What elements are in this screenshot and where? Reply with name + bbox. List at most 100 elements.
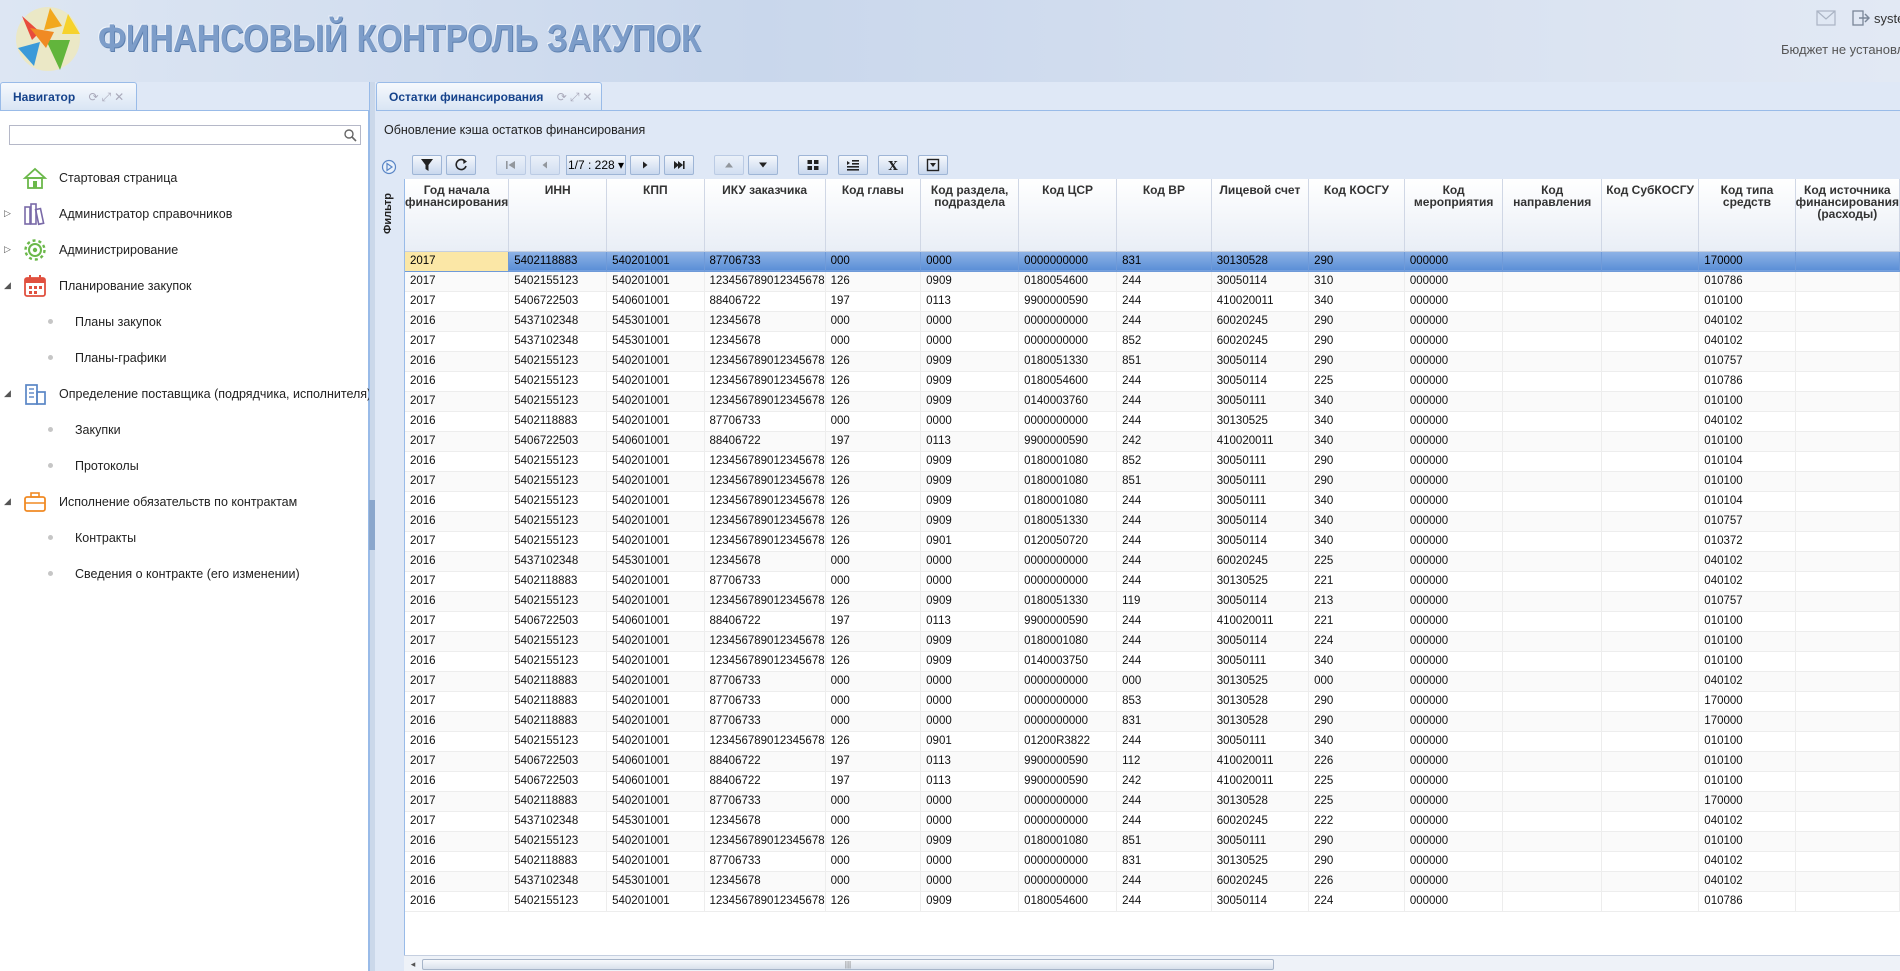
table-cell[interactable]: 126 — [825, 531, 922, 552]
table-cell[interactable]: 000000 — [1404, 351, 1504, 372]
table-cell[interactable] — [1502, 751, 1602, 772]
table-cell[interactable]: 126 — [825, 451, 922, 472]
table-cell[interactable]: 000000 — [1404, 311, 1504, 332]
column-header[interactable]: Год начала финансирования — [405, 179, 510, 252]
table-cell[interactable]: 87706733 — [704, 671, 826, 692]
table-cell[interactable]: 540601001 — [606, 291, 705, 312]
table-cell[interactable]: 0909 — [920, 891, 1020, 912]
table-cell[interactable]: 30050114 — [1211, 891, 1310, 912]
table-cell[interactable]: 000000 — [1404, 411, 1504, 432]
table-cell[interactable] — [1502, 891, 1602, 912]
table-cell[interactable]: 30050111 — [1211, 471, 1310, 492]
table-cell[interactable]: 2017 — [405, 671, 510, 692]
cache-update-link[interactable]: Обновление кэша остатков финансирования — [384, 123, 645, 137]
table-cell[interactable] — [1601, 851, 1700, 872]
table-cell[interactable]: 2017 — [405, 331, 510, 352]
table-cell[interactable] — [1601, 551, 1700, 572]
table-cell[interactable]: 0113 — [920, 751, 1020, 772]
table-cell[interactable]: 000 — [825, 331, 922, 352]
table-cell[interactable]: 5437102348 — [508, 331, 608, 352]
table-cell[interactable]: 2016 — [405, 711, 510, 732]
table-row[interactable]: 2016 5402155123 540201001 12345678901234567… — [405, 651, 1900, 672]
table-cell[interactable]: 000 — [825, 871, 922, 892]
table-cell[interactable]: 5402155123 — [508, 391, 608, 412]
table-row[interactable]: 2017 5402155123 540201001 12345678901234567… — [405, 471, 1900, 492]
table-cell[interactable]: 244 — [1116, 291, 1212, 312]
table-cell[interactable]: 9900000590 — [1018, 771, 1118, 792]
column-header[interactable]: Код КОСГУ — [1308, 179, 1405, 252]
table-cell[interactable]: 0909 — [920, 651, 1020, 672]
table-cell[interactable]: 5406722503 — [508, 611, 608, 632]
table-cell[interactable]: 000000 — [1404, 451, 1504, 472]
table-cell[interactable]: 410020011 — [1211, 611, 1310, 632]
table-cell[interactable]: 12345678 — [704, 871, 826, 892]
table-cell[interactable] — [1795, 811, 1900, 832]
table-cell[interactable]: 545301001 — [606, 551, 705, 572]
table-cell[interactable] — [1795, 571, 1900, 592]
table-cell[interactable]: 12345678 — [704, 331, 826, 352]
table-cell[interactable]: 5402155123 — [508, 491, 608, 512]
collapse-arrow-icon[interactable]: ◢ — [4, 388, 11, 399]
table-cell[interactable]: 540601001 — [606, 431, 705, 452]
table-cell[interactable]: 0000 — [920, 711, 1020, 732]
table-cell[interactable] — [1795, 671, 1900, 692]
table-cell[interactable]: 851 — [1116, 471, 1212, 492]
table-cell[interactable]: 2016 — [405, 451, 510, 472]
table-row[interactable]: 2016 5402155123 540201001 12345678901234567… — [405, 731, 1900, 752]
table-cell[interactable]: 0180001080 — [1018, 491, 1118, 512]
table-cell[interactable]: 244 — [1116, 511, 1212, 532]
table-cell[interactable]: 126 — [825, 351, 922, 372]
table-cell[interactable]: 5437102348 — [508, 811, 608, 832]
table-cell[interactable]: 2016 — [405, 351, 510, 372]
table-cell[interactable] — [1502, 671, 1602, 692]
table-cell[interactable]: 224 — [1308, 891, 1405, 912]
table-cell[interactable]: 9900000590 — [1018, 751, 1118, 772]
nav-item-reference-admin[interactable]: ▷ Администратор справочников — [0, 199, 369, 229]
table-cell[interactable] — [1601, 271, 1700, 292]
table-cell[interactable]: 0180054600 — [1018, 371, 1118, 392]
table-cell[interactable]: 000000 — [1404, 771, 1504, 792]
table-row[interactable]: 2017 5402118883 540201001 87706733 000 0000 00… — [405, 571, 1900, 592]
table-cell[interactable]: 123456789012345678 — [704, 371, 826, 392]
table-cell[interactable]: 010786 — [1698, 891, 1796, 912]
table-cell[interactable] — [1502, 791, 1602, 812]
table-cell[interactable] — [1795, 251, 1900, 272]
table-cell[interactable]: 0000 — [920, 571, 1020, 592]
table-cell[interactable]: 30130528 — [1211, 251, 1310, 272]
table-cell[interactable]: 0909 — [920, 351, 1020, 372]
table-row[interactable]: 2016 5402155123 540201001 12345678901234567… — [405, 831, 1900, 852]
table-cell[interactable]: 244 — [1116, 271, 1212, 292]
table-cell[interactable]: 0180001080 — [1018, 451, 1118, 472]
table-cell[interactable]: 0909 — [920, 631, 1020, 652]
table-row[interactable]: 2017 5402118883 540201001 87706733 000 0000 00… — [405, 671, 1900, 692]
table-cell[interactable]: 30050111 — [1211, 731, 1310, 752]
table-cell[interactable]: 2016 — [405, 771, 510, 792]
table-cell[interactable]: 340 — [1308, 511, 1405, 532]
table-cell[interactable]: 5402155123 — [508, 511, 608, 532]
table-row[interactable]: 2017 5402118883 540201001 87706733 000 0000 00… — [405, 691, 1900, 712]
table-cell[interactable]: 2016 — [405, 871, 510, 892]
table-cell[interactable]: 831 — [1116, 851, 1212, 872]
table-cell[interactable] — [1502, 391, 1602, 412]
table-cell[interactable]: 0180001080 — [1018, 471, 1118, 492]
table-row[interactable]: 2017 5402155123 540201001 12345678901234567… — [405, 531, 1900, 552]
table-cell[interactable] — [1601, 751, 1700, 772]
table-cell[interactable]: 000000 — [1404, 571, 1504, 592]
table-cell[interactable]: 540201001 — [606, 251, 705, 272]
table-cell[interactable]: 30130525 — [1211, 411, 1310, 432]
table-cell[interactable]: 5437102348 — [508, 311, 608, 332]
table-cell[interactable] — [1795, 651, 1900, 672]
table-cell[interactable]: 540201001 — [606, 731, 705, 752]
table-cell[interactable]: 000000 — [1404, 531, 1504, 552]
table-cell[interactable]: 126 — [825, 511, 922, 532]
table-cell[interactable]: 000 — [825, 811, 922, 832]
table-cell[interactable] — [1601, 771, 1700, 792]
table-cell[interactable]: 851 — [1116, 831, 1212, 852]
tab-tools-icon[interactable]: ⟳⤢✕ — [557, 90, 596, 105]
table-cell[interactable]: 2017 — [405, 391, 510, 412]
table-cell[interactable]: 010757 — [1698, 591, 1796, 612]
table-cell[interactable]: 123456789012345678 — [704, 631, 826, 652]
table-cell[interactable]: 040102 — [1698, 671, 1796, 692]
table-cell[interactable]: 226 — [1308, 871, 1405, 892]
table-row[interactable]: 2016 5402118883 540201001 87706733 000 0000 00… — [405, 851, 1900, 872]
